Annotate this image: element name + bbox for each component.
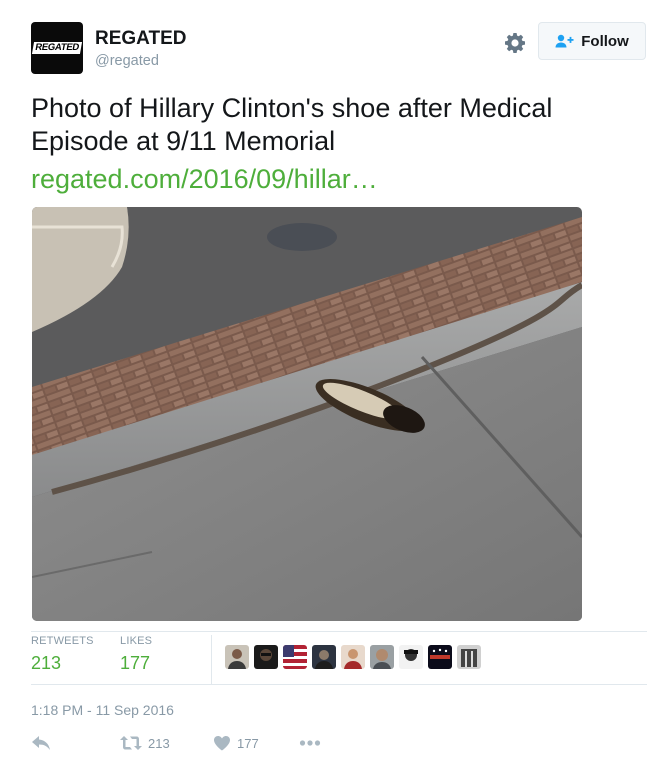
heart-icon [214, 736, 230, 751]
liker-avatars [225, 645, 481, 669]
retweet-icon [120, 736, 142, 750]
liker-avatar[interactable] [312, 645, 336, 669]
likes-stat[interactable]: LIKES 177 [120, 635, 152, 674]
stats-divider [211, 635, 212, 685]
like-count: 177 [237, 735, 259, 751]
tweet-photo[interactable] [32, 207, 582, 621]
tweet-link[interactable]: regated.com/2016/09/hillar… [31, 163, 378, 196]
retweets-stat[interactable]: RETWEETS 213 [31, 635, 94, 674]
tweet-timestamp[interactable]: 1:18 PM - 11 Sep 2016 [31, 702, 174, 718]
liker-avatar[interactable] [225, 645, 249, 669]
retweets-label: RETWEETS [31, 635, 94, 647]
liker-avatar[interactable] [370, 645, 394, 669]
divider-top [31, 631, 647, 632]
more-icon [299, 740, 321, 746]
avatar-logo-text: REGATED [31, 42, 83, 54]
tweet-stats: RETWEETS 213 LIKES 177 [31, 635, 647, 687]
liker-avatar[interactable] [428, 645, 452, 669]
tweet-text: Photo of Hillary Clinton's shoe after Me… [31, 93, 553, 156]
retweet-button[interactable]: 213 [120, 735, 170, 751]
reply-button[interactable] [31, 735, 51, 751]
liker-avatar[interactable] [457, 645, 481, 669]
profile-handle[interactable]: @regated [95, 53, 159, 69]
tweet-actions: 213 177 [31, 735, 431, 757]
like-button[interactable]: 177 [213, 735, 259, 751]
add-user-icon [555, 34, 574, 48]
liker-avatar[interactable] [254, 645, 278, 669]
likes-count: 177 [120, 653, 151, 673]
retweets-count: 213 [31, 653, 62, 673]
follow-button[interactable]: Follow [538, 22, 646, 60]
retweet-count: 213 [148, 735, 170, 751]
divider-bottom [31, 684, 647, 685]
profile-avatar[interactable]: REGATED [31, 22, 83, 74]
liker-avatar[interactable] [341, 645, 365, 669]
reply-icon [32, 736, 50, 750]
likes-label: LIKES [120, 635, 153, 647]
gear-icon[interactable] [503, 31, 527, 55]
more-button[interactable] [299, 735, 321, 751]
profile-name[interactable]: REGATED [95, 28, 186, 50]
liker-avatar[interactable] [399, 645, 423, 669]
liker-avatar[interactable] [283, 645, 307, 669]
follow-button-label: Follow [581, 32, 629, 50]
